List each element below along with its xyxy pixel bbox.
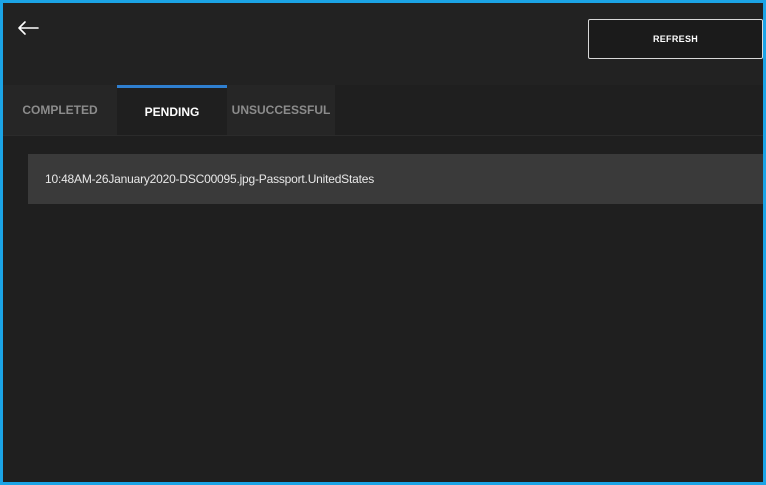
list-item[interactable]: 10:48AM-26January2020-DSC00095.jpg-Passp…	[28, 154, 763, 204]
app-window: REFRESH COMPLETED PENDING UNSUCCESSFUL 1…	[0, 0, 766, 485]
tab-pending[interactable]: PENDING	[117, 85, 227, 135]
arrow-left-icon	[18, 21, 39, 35]
status-tabs: COMPLETED PENDING UNSUCCESSFUL	[3, 85, 335, 135]
tab-divider	[3, 135, 763, 136]
pending-list: 10:48AM-26January2020-DSC00095.jpg-Passp…	[28, 154, 763, 204]
list-item-label: 10:48AM-26January2020-DSC00095.jpg-Passp…	[45, 172, 375, 186]
refresh-button[interactable]: REFRESH	[588, 19, 763, 59]
tab-completed[interactable]: COMPLETED	[3, 85, 117, 135]
back-button[interactable]	[11, 13, 45, 43]
tab-unsuccessful[interactable]: UNSUCCESSFUL	[227, 85, 335, 135]
top-bar: REFRESH	[3, 3, 763, 85]
